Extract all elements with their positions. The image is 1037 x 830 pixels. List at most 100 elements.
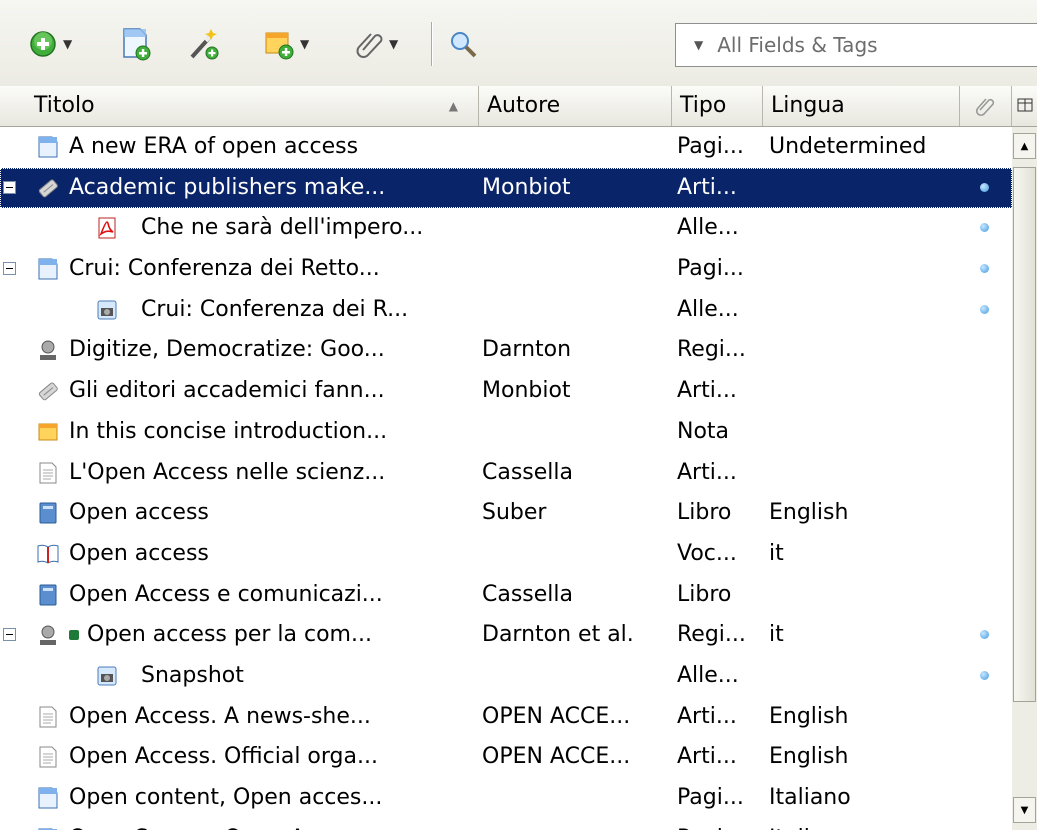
column-header-type[interactable]: Tipo: [672, 86, 763, 126]
item-title: Open Access. Official orga...: [69, 744, 378, 770]
item-type: Pagi...: [677, 819, 763, 830]
attachment-cell[interactable]: [963, 290, 1011, 331]
item-type: Voc...: [677, 540, 737, 566]
new-document-button[interactable]: [120, 27, 152, 61]
table-row[interactable]: Open Access e comunicazi... Cassella Lib…: [0, 575, 1012, 616]
vertical-scrollbar[interactable]: ▲ ▼: [1012, 127, 1037, 830]
table-row[interactable]: Open content, Open acces... Pagi... Ital…: [0, 778, 1012, 819]
item-author: [482, 127, 672, 168]
search-input[interactable]: ▼ All Fields & Tags: [675, 23, 1037, 67]
table-row[interactable]: In this concise introduction... Nota: [0, 412, 1012, 453]
book-icon: [39, 584, 57, 606]
new-item-button[interactable]: ▼: [28, 27, 72, 61]
tag-color-swatch: [69, 630, 79, 641]
title-cell: Digitize, Democratize: Goo...: [0, 330, 476, 371]
add-attachment-button[interactable]: ▼: [354, 27, 398, 61]
podcast-icon: [40, 340, 56, 361]
table-row[interactable]: Open Source, Open Acces... Pagi... Itali…: [0, 819, 1012, 830]
item-type: Alle...: [677, 215, 739, 241]
item-title: Snapshot: [141, 662, 244, 688]
column-type-label: Tipo: [680, 93, 727, 118]
table-row[interactable]: Crui: Conferenza dei R... Alle...: [0, 290, 1012, 331]
title-cell: Crui: Conferenza dei Retto...: [0, 249, 476, 290]
table-row[interactable]: Open access per la com... Darnton et al.…: [0, 615, 1012, 656]
column-author-label: Autore: [487, 93, 561, 118]
attachment-cell[interactable]: [963, 249, 1011, 290]
column-header-attachments[interactable]: [960, 86, 1012, 126]
item-type: Nota: [677, 418, 730, 444]
item-author: Monbiot: [482, 378, 571, 404]
item-title: In this concise introduction...: [69, 418, 388, 444]
column-header-author[interactable]: Autore: [479, 86, 672, 126]
title-cell: In this concise introduction...: [0, 412, 476, 453]
journal-article-icon: [39, 462, 57, 483]
chevron-down-icon[interactable]: ▼: [389, 37, 398, 51]
item-type: Arti...: [677, 174, 737, 200]
scrollbar-thumb[interactable]: [1013, 167, 1036, 702]
table-row[interactable]: Digitize, Democratize: Goo... Darnton Re…: [0, 330, 1012, 371]
table-row[interactable]: Open access Voc... it: [0, 534, 1012, 575]
column-picker-icon: [1017, 98, 1033, 112]
item-type: Alle...: [677, 662, 739, 688]
chevron-down-icon[interactable]: ▼: [63, 37, 72, 51]
journal-article-icon: [39, 706, 57, 728]
toolbar-separator: [431, 22, 433, 66]
scroll-up-button[interactable]: ▲: [1013, 133, 1036, 159]
column-picker-button[interactable]: [1012, 86, 1037, 127]
scroll-down-button[interactable]: ▼: [1013, 797, 1036, 823]
newspaper-article-icon: [38, 179, 58, 197]
title-cell: L'Open Access nelle scienz...: [0, 453, 476, 494]
table-row[interactable]: A new ERA of open access Pagi... Undeter…: [0, 127, 1012, 168]
title-cell: Gli editori accademici fann...: [0, 371, 476, 412]
table-row[interactable]: Crui: Conferenza dei Retto... Pagi...: [0, 249, 1012, 290]
item-type: Alle...: [677, 296, 739, 322]
item-type: Arti...: [677, 459, 737, 485]
attachment-cell[interactable]: [963, 168, 1011, 209]
item-author: [482, 534, 672, 575]
collapse-toggle-icon[interactable]: [3, 262, 16, 276]
title-cell: Open access per la com...: [0, 615, 476, 656]
attachment-dot-icon: [980, 264, 989, 274]
book-icon: [39, 502, 57, 524]
item-author: Cassella: [482, 581, 574, 607]
search-mode-dropdown-icon[interactable]: ▼: [694, 38, 703, 52]
item-title: Crui: Conferenza dei R...: [141, 296, 409, 322]
table-row[interactable]: Che ne sarà dell'impero... Alle...: [0, 208, 1012, 249]
table-row[interactable]: Open Access. A news-she... OPEN ACCE... …: [0, 697, 1012, 738]
table-row-selected[interactable]: Academic publishers make... Monbiot Arti…: [0, 167, 1012, 209]
item-language: [769, 453, 959, 494]
item-author: [482, 249, 672, 290]
item-title: Open access: [69, 500, 209, 526]
item-author: OPEN ACCE...: [482, 703, 631, 729]
title-cell: Open Access. Official orga...: [0, 737, 476, 778]
new-note-button[interactable]: ▼: [263, 27, 309, 61]
attachment-cell[interactable]: [963, 656, 1011, 697]
item-type: Pagi...: [677, 134, 744, 159]
collapse-toggle-icon[interactable]: [3, 628, 16, 642]
search-button[interactable]: [448, 27, 478, 61]
chevron-down-icon[interactable]: ▼: [300, 37, 309, 51]
collapse-toggle-icon[interactable]: [3, 180, 16, 194]
table-row[interactable]: L'Open Access nelle scienz... Cassella A…: [0, 453, 1012, 494]
magic-wand-icon: [190, 29, 219, 60]
item-language: English: [769, 500, 849, 526]
item-type: Pagi...: [677, 256, 744, 282]
table-row[interactable]: Snapshot Alle...: [0, 656, 1012, 697]
title-cell: Open Access. A news-she...: [0, 697, 476, 738]
table-row[interactable]: Gli editori accademici fann... Monbiot A…: [0, 371, 1012, 412]
attachment-dot-icon: [980, 304, 989, 314]
item-type: Arti...: [677, 703, 737, 729]
table-row[interactable]: Open Access. Official orga... OPEN ACCE.…: [0, 737, 1012, 778]
journal-article-icon: [39, 746, 57, 768]
new-note-icon: [265, 32, 294, 60]
item-title: A new ERA of open access: [69, 134, 359, 159]
column-header-language[interactable]: Lingua: [763, 86, 960, 126]
attachment-cell[interactable]: [963, 208, 1011, 249]
attachment-cell[interactable]: [963, 615, 1011, 656]
table-row[interactable]: Open access Suber Libro English: [0, 493, 1012, 534]
items-tree[interactable]: A new ERA of open access Pagi... Undeter…: [0, 127, 1012, 830]
add-by-identifier-button[interactable]: [186, 27, 220, 61]
item-language: English: [769, 703, 849, 729]
item-title: Open Access. A news-she...: [69, 703, 371, 729]
column-header-title[interactable]: Titolo ▲: [0, 86, 479, 126]
